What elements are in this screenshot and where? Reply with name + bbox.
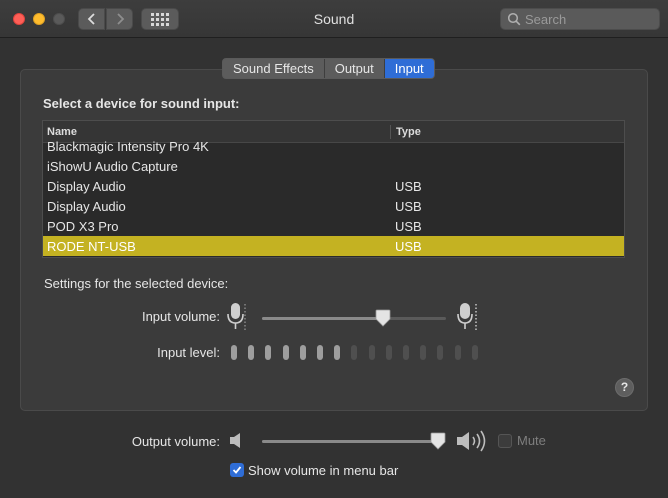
output-volume-fill (262, 440, 438, 443)
level-segment (282, 345, 289, 360)
input-level-label: Input level: (157, 345, 220, 360)
input-volume-fill (262, 317, 384, 320)
output-volume-slider[interactable] (262, 440, 438, 443)
input-volume-label: Input volume: (141, 309, 220, 324)
device-name: RODE NT-USB (47, 238, 136, 254)
show-volume-label: Show volume in menu bar (248, 463, 399, 478)
output-volume-label: Output volume: (131, 434, 220, 449)
level-segment (334, 345, 341, 360)
level-segment (403, 345, 409, 360)
table-row[interactable]: Display Audio USB (43, 176, 624, 196)
input-volume-knob[interactable] (375, 309, 391, 327)
tab-sound-effects[interactable]: Sound Effects (223, 59, 325, 78)
device-name: iShowU Audio Capture (47, 158, 178, 174)
table-row[interactable]: iShowU Audio Capture (43, 156, 624, 176)
speaker-high-icon (457, 430, 486, 452)
level-segment (231, 345, 237, 360)
level-segment (420, 345, 427, 360)
level-segment (368, 345, 375, 360)
table-rows: Blackmagic Intensity Pro 4K iShowU Audio… (43, 136, 624, 256)
input-device-table[interactable]: Name Type Blackmagic Intensity Pro 4K iS… (42, 120, 625, 258)
show-volume-checkbox[interactable] (230, 463, 244, 477)
input-volume-slider[interactable] (262, 317, 446, 320)
table-row-selected[interactable]: RODE NT-USB USB (43, 236, 624, 256)
level-segment (299, 345, 306, 360)
level-segment (437, 345, 444, 360)
mute-label: Mute (517, 433, 546, 448)
device-type: USB (395, 218, 422, 234)
level-segment (317, 345, 323, 360)
search-field[interactable] (500, 8, 660, 30)
level-segment (454, 345, 461, 360)
tab-bar: Sound Effects Output Input (222, 58, 435, 79)
tab-output[interactable]: Output (325, 59, 385, 78)
sound-preferences-window: Sound Sound Effects Output Input Select … (0, 0, 668, 498)
level-segment (385, 345, 392, 360)
speaker-low-icon (230, 433, 240, 448)
search-input[interactable] (525, 11, 655, 27)
help-button[interactable]: ? (615, 378, 634, 397)
microphone-low-icon (227, 303, 246, 330)
device-name: Display Audio (47, 198, 126, 214)
level-segment (351, 345, 358, 360)
search-icon (507, 12, 521, 26)
level-segment (471, 345, 478, 360)
output-volume-knob[interactable] (430, 432, 446, 450)
table-row[interactable]: POD X3 Pro USB (43, 216, 624, 236)
device-type: USB (395, 198, 422, 214)
title-bar: Sound (0, 0, 668, 38)
device-type: USB (395, 178, 422, 194)
level-segment (248, 345, 255, 360)
device-section-title: Select a device for sound input: (43, 96, 240, 111)
checkmark-icon (232, 466, 242, 474)
tab-input[interactable]: Input (384, 59, 434, 78)
device-name: Display Audio (47, 178, 126, 194)
table-row[interactable]: Display Audio USB (43, 196, 624, 216)
mute-checkbox[interactable] (498, 434, 512, 448)
device-name: Blackmagic Intensity Pro 4K (47, 138, 209, 154)
level-segment (265, 345, 272, 360)
table-row[interactable]: Blackmagic Intensity Pro 4K (43, 136, 624, 156)
microphone-high-icon (457, 303, 477, 330)
device-type: USB (395, 238, 422, 254)
device-name: POD X3 Pro (47, 218, 119, 234)
settings-title: Settings for the selected device: (44, 276, 229, 291)
